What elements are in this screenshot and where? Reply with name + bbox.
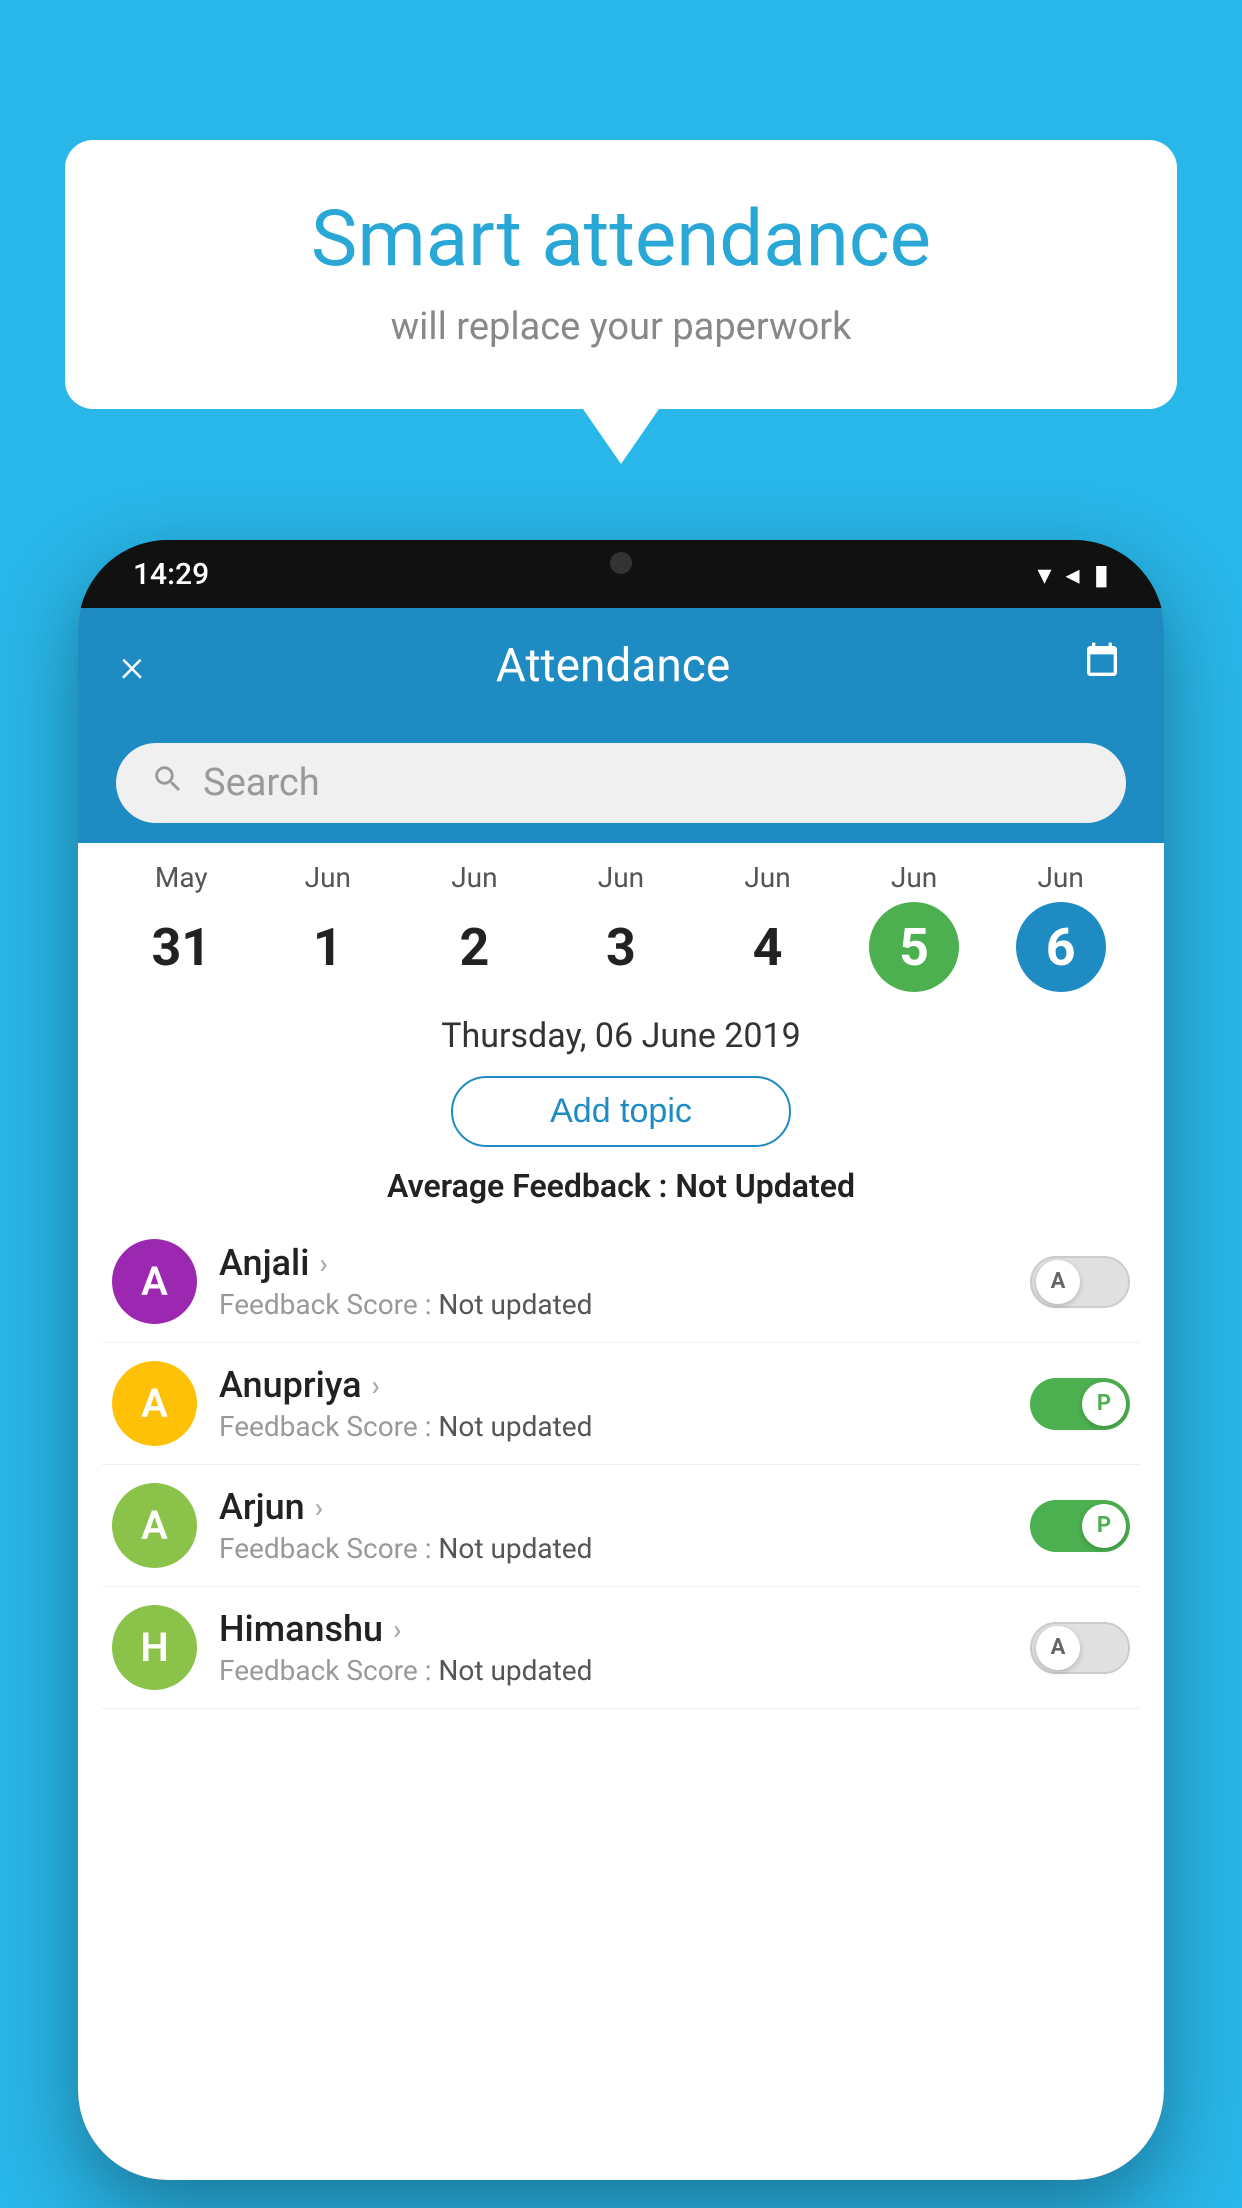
student-info: Anupriya › Feedback Score : Not updated (197, 1364, 1030, 1443)
attendance-toggle[interactable]: A (1030, 1622, 1130, 1674)
calendar-icon[interactable] (1082, 641, 1122, 691)
signal-icon: ◂ (1066, 558, 1080, 591)
toggle-knob: P (1082, 1382, 1126, 1426)
student-item[interactable]: AAnjali ›Feedback Score : Not updatedA (102, 1221, 1140, 1343)
calendar-strip: May 31 Jun 1 Jun 2 Jun 3 Jun 4 Jun 5 Jun 6 (78, 843, 1164, 1000)
student-item[interactable]: A Anupriya › Feedback Score : Not updated P (102, 1343, 1140, 1465)
calendar-day-5[interactable]: Jun 5 (854, 861, 974, 992)
student-list: AAnjali ›Feedback Score : Not updatedAAA… (78, 1221, 1164, 1709)
chevron-icon: › (315, 1491, 323, 1524)
calendar-days: May 31 Jun 1 Jun 2 Jun 3 Jun 4 Jun 5 Jun 6 (108, 861, 1134, 992)
toggle-knob: A (1036, 1260, 1080, 1304)
student-score: Feedback Score : Not updated (219, 1654, 1030, 1687)
cal-month-label: Jun (451, 861, 497, 894)
cal-month-label: Jun (305, 861, 351, 894)
add-topic-button[interactable]: Add topic (451, 1076, 791, 1147)
cal-month-label: Jun (744, 861, 790, 894)
speech-bubble-tail (583, 409, 659, 464)
toggle-knob: A (1036, 1626, 1080, 1670)
search-placeholder: Search (203, 761, 320, 805)
phone-time: 14:29 (133, 557, 209, 592)
student-avatar: A (112, 1239, 197, 1324)
calendar-day-2[interactable]: Jun 2 (414, 861, 534, 992)
calendar-day-4[interactable]: Jun 4 (708, 861, 828, 992)
calendar-day-1[interactable]: Jun 1 (268, 861, 388, 992)
date-label: Thursday, 06 June 2019 (78, 1000, 1164, 1066)
cal-date-label: 4 (723, 902, 813, 992)
student-avatar: H (112, 1605, 197, 1690)
speech-bubble-subtitle: will replace your paperwork (125, 305, 1117, 349)
cal-date-label: 6 (1016, 902, 1106, 992)
avg-feedback-value: Not Updated (675, 1167, 855, 1205)
cal-date-label: 1 (283, 902, 373, 992)
attendance-toggle[interactable]: P (1030, 1378, 1130, 1430)
student-name: Himanshu › (219, 1608, 1030, 1650)
battery-icon: ▮ (1094, 558, 1109, 591)
chevron-icon: › (372, 1369, 380, 1402)
search-bar[interactable]: Search (116, 743, 1126, 823)
calendar-day-31[interactable]: May 31 (121, 861, 241, 992)
student-score: Feedback Score : Not updated (219, 1288, 1030, 1321)
student-score: Feedback Score : Not updated (219, 1410, 1030, 1443)
student-avatar: A (112, 1483, 197, 1568)
phone-camera (610, 552, 632, 574)
student-info: Anjali › Feedback Score : Not updated (197, 1242, 1030, 1321)
app-bar-title: Attendance (144, 639, 1082, 693)
phone-status-icons: ▾ ◂ ▮ (1037, 558, 1109, 591)
avg-feedback-label: Average Feedback : (387, 1167, 675, 1205)
calendar-row: May 31 Jun 1 Jun 2 Jun 3 Jun 4 Jun 5 Jun 6 (98, 861, 1144, 992)
student-name: Anjali › (219, 1242, 1030, 1284)
student-name: Arjun › (219, 1486, 1030, 1528)
search-bar-wrapper: Search (78, 723, 1164, 843)
average-feedback: Average Feedback : Not Updated (78, 1157, 1164, 1221)
speech-bubble-title: Smart attendance (125, 195, 1117, 285)
cal-month-label: Jun (598, 861, 644, 894)
attendance-toggle[interactable]: A (1030, 1256, 1130, 1308)
student-item[interactable]: H Himanshu › Feedback Score : Not updatedA (102, 1587, 1140, 1709)
cal-month-label: Jun (1037, 861, 1083, 894)
speech-bubble-container: Smart attendance will replace your paper… (65, 140, 1177, 464)
attendance-toggle[interactable]: P (1030, 1500, 1130, 1552)
calendar-day-3[interactable]: Jun 3 (561, 861, 681, 992)
student-info: Himanshu › Feedback Score : Not updated (197, 1608, 1030, 1687)
phone-notch (541, 540, 701, 585)
calendar-day-6[interactable]: Jun 6 (1001, 861, 1121, 992)
close-button[interactable]: × (120, 639, 144, 693)
toggle-knob: P (1082, 1504, 1126, 1548)
cal-date-label: 31 (136, 902, 226, 992)
speech-bubble: Smart attendance will replace your paper… (65, 140, 1177, 409)
wifi-icon: ▾ (1037, 558, 1051, 591)
phone-frame: 14:29 ▾ ◂ ▮ × Attendance (78, 540, 1164, 2180)
student-name: Anupriya › (219, 1364, 1030, 1406)
phone-screen: × Attendance Search (78, 608, 1164, 2180)
student-item[interactable]: A Arjun › Feedback Score : Not updated P (102, 1465, 1140, 1587)
cal-date-label: 5 (869, 902, 959, 992)
cal-date-label: 2 (429, 902, 519, 992)
student-info: Arjun › Feedback Score : Not updated (197, 1486, 1030, 1565)
search-icon (151, 762, 185, 805)
student-avatar: A (112, 1361, 197, 1446)
phone-status-bar: 14:29 ▾ ◂ ▮ (78, 540, 1164, 608)
student-score: Feedback Score : Not updated (219, 1532, 1030, 1565)
cal-month-label: May (155, 861, 208, 894)
cal-month-label: Jun (891, 861, 937, 894)
chevron-icon: › (393, 1613, 401, 1646)
chevron-icon: › (319, 1247, 327, 1280)
cal-date-label: 3 (576, 902, 666, 992)
app-bar: × Attendance (78, 608, 1164, 723)
